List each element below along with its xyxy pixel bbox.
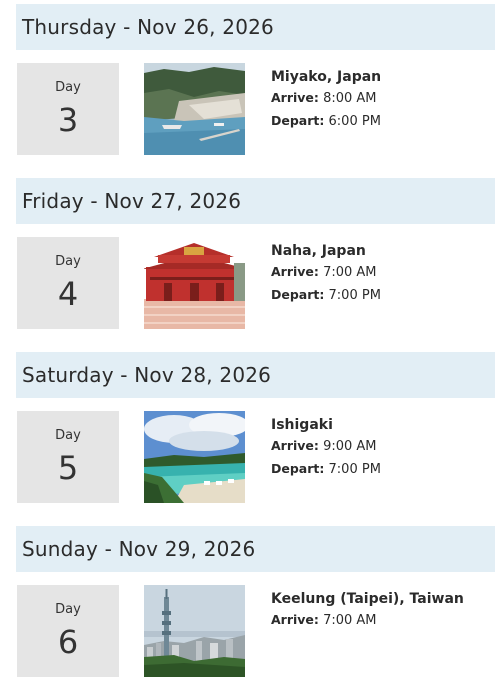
arrive-time: 9:00 AM (323, 439, 377, 454)
depart-time: 7:00 PM (328, 288, 381, 303)
depart-time: 6:00 PM (328, 114, 381, 129)
arrive-row: Arrive: 8:00 AM (271, 87, 491, 110)
arrive-label: Arrive: (271, 612, 319, 627)
port-name: Miyako, Japan (271, 69, 382, 85)
day-number: 6 (57, 623, 79, 661)
date-header: Sunday - Nov 29, 2026 (16, 526, 495, 572)
depart-row: Depart: 6:00 PM (271, 110, 491, 133)
port-name: Naha, Japan (271, 243, 366, 259)
arrive-time: 7:00 AM (323, 613, 377, 628)
day-badge: Day 5 (17, 411, 119, 503)
day-badge: Day 6 (17, 585, 119, 677)
port-info: Miyako, Japan Arrive: 8:00 AM Depart: 6:… (271, 67, 491, 133)
depart-label: Depart: (271, 287, 325, 302)
depart-row: Depart: 7:00 PM (271, 284, 491, 307)
day-number: 5 (57, 449, 79, 487)
arrive-row: Arrive: 7:00 AM (271, 609, 491, 632)
day-label: Day (55, 428, 81, 443)
port-info: Ishigaki Arrive: 9:00 AM Depart: 7:00 PM (271, 415, 491, 481)
port-name: Keelung (Taipei), Taiwan (271, 591, 464, 607)
day-badge: Day 4 (17, 237, 119, 329)
depart-time: 7:00 PM (328, 462, 381, 477)
arrive-label: Arrive: (271, 438, 319, 453)
date-header: Saturday - Nov 28, 2026 (16, 352, 495, 398)
day-label: Day (55, 80, 81, 95)
port-info: Naha, Japan Arrive: 7:00 AM Depart: 7:00… (271, 241, 491, 307)
port-photo[interactable] (144, 237, 245, 329)
day-label: Day (55, 254, 81, 269)
depart-label: Depart: (271, 461, 325, 476)
arrive-row: Arrive: 9:00 AM (271, 435, 491, 458)
date-header: Friday - Nov 27, 2026 (16, 178, 495, 224)
port-photo[interactable] (144, 63, 245, 155)
day-number: 4 (57, 275, 79, 313)
arrive-time: 8:00 AM (323, 91, 377, 106)
port-info: Keelung (Taipei), Taiwan Arrive: 7:00 AM (271, 589, 491, 632)
depart-row: Depart: 7:00 PM (271, 458, 491, 481)
arrive-time: 7:00 AM (323, 265, 377, 280)
port-photo[interactable] (144, 411, 245, 503)
port-name: Ishigaki (271, 417, 333, 433)
date-header: Thursday - Nov 26, 2026 (16, 4, 495, 50)
arrive-label: Arrive: (271, 264, 319, 279)
day-badge: Day 3 (17, 63, 119, 155)
arrive-label: Arrive: (271, 90, 319, 105)
day-label: Day (55, 602, 81, 617)
port-photo[interactable] (144, 585, 245, 677)
arrive-row: Arrive: 7:00 AM (271, 261, 491, 284)
day-number: 3 (57, 101, 79, 139)
depart-label: Depart: (271, 113, 325, 128)
